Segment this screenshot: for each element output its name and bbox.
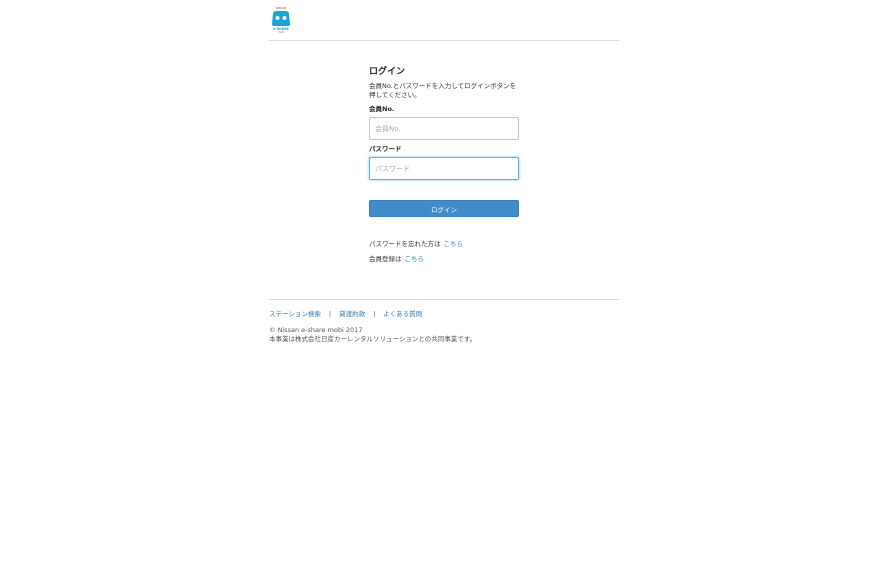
footer-separator: | [373,310,376,318]
header: NISSAN e-SHARE mobi [269,4,619,41]
member-number-input[interactable] [369,117,519,140]
register-link[interactable]: こちら [405,255,425,263]
forgot-password-row: パスワードを忘れた方は こちら [369,237,529,252]
copyright-block: © Nissan e-share mobi 2017 本事業は株式会社日産カーレ… [269,326,619,344]
car-logo-icon: NISSAN e-SHARE mobi [272,6,290,34]
register-row: 会員登録は こちら [369,252,529,267]
forgot-password-text: パスワードを忘れた方は [369,240,441,248]
footer-link-rental-terms[interactable]: 貸渡約款 [339,310,365,318]
login-form: ログイン 会員No.とパスワードを入力してログインボタンを押してください。 会員… [369,66,529,267]
footer-link-station-search[interactable]: ステーション検索 [269,310,321,318]
login-title: ログイン [369,67,406,77]
register-text: 会員登録は [369,255,402,263]
footer: ステーション検索 | 貸渡約款 | よくある質問 © Nissan e-share mo… [269,299,619,344]
footer-separator: | [328,310,332,318]
logo-top-text: NISSAN [276,6,286,10]
logo-link[interactable]: NISSAN e-SHARE mobi [269,6,293,34]
page: NISSAN e-SHARE mobi ログイン 会員No.とパスワードを入力し… [0,0,880,587]
help-links: パスワードを忘れた方は こちら 会員登録は こちら [369,237,529,267]
copyright-text: © Nissan e-share mobi 2017 [269,326,363,334]
login-description: 会員No.とパスワードを入力してログインボタンを押してください。 [369,82,517,99]
footer-nav: ステーション検索 | 貸渡約款 | よくある質問 [269,308,619,318]
joint-venture-note: 本事業は株式会社日産カーレンタルソリューションとの共同事業です。 [269,335,477,343]
footer-link-faq[interactable]: よくある質問 [383,310,422,318]
password-label: パスワード [369,145,402,153]
logo-sub-text: mobi [278,31,284,34]
login-button[interactable]: ログイン [369,200,519,217]
forgot-password-link[interactable]: こちら [444,240,464,248]
member-number-label: 会員No. [369,105,395,113]
password-input[interactable] [369,157,519,180]
